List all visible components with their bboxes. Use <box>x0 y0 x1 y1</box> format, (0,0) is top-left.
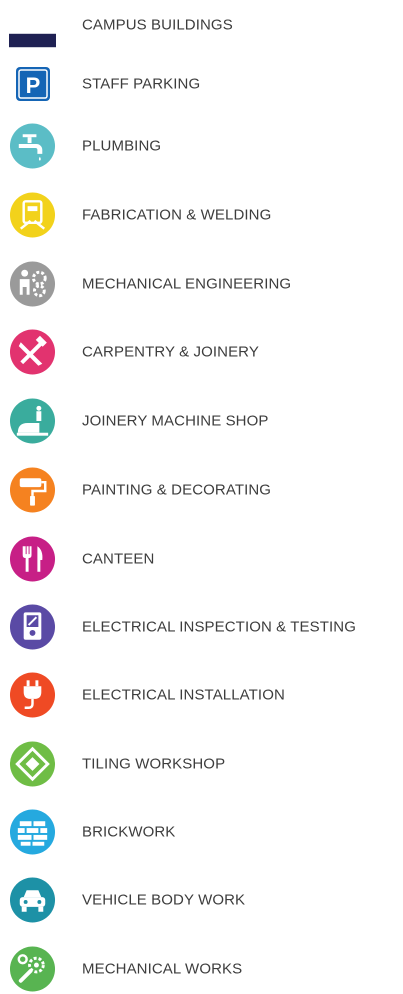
legend-label: CANTEEN <box>82 550 155 568</box>
legend-label: PLUMBING <box>82 137 162 155</box>
tap-icon <box>9 123 56 170</box>
multimeter-icon <box>9 604 56 651</box>
legend-label: BRICKWORK <box>82 823 176 841</box>
legend-label: JOINERY MACHINE SHOP <box>82 412 269 430</box>
building-swatch-icon <box>9 17 65 48</box>
legend-label: MECHANICAL WORKS <box>82 960 243 978</box>
legend-label: TILING WORKSHOP <box>82 755 226 773</box>
fork-knife-icon <box>9 536 56 583</box>
legend-item-electrical-installation: ELECTRICAL INSTALLATION <box>0 670 403 720</box>
parking-icon: P <box>15 66 51 102</box>
brick-wall-icon <box>9 809 56 856</box>
wrench-gear-icon <box>9 946 56 993</box>
legend-label: ELECTRICAL INSPECTION & TESTING <box>82 618 356 636</box>
tiles-icon <box>9 741 56 788</box>
legend-item-campus-buildings: CAMPUS BUILDINGS <box>0 0 403 50</box>
car-icon <box>9 877 56 924</box>
plug-icon <box>9 672 56 719</box>
legend-item-electrical-inspection-testing: ELECTRICAL INSPECTION & TESTING <box>0 602 403 652</box>
machine-saw-icon <box>9 398 56 445</box>
svg-text:P: P <box>26 73 41 98</box>
legend-item-mechanical-engineering: MECHANICAL ENGINEERING <box>0 259 403 309</box>
legend-label: CARPENTRY & JOINERY <box>82 343 259 361</box>
legend-label: STAFF PARKING <box>82 75 201 93</box>
legend-item-staff-parking: P STAFF PARKING <box>0 59 403 109</box>
legend-item-vehicle-body-work: VEHICLE BODY WORK <box>0 875 403 925</box>
legend-item-fabrication-welding: FABRICATION & WELDING <box>0 190 403 240</box>
map-legend: CAMPUS BUILDINGS P STAFF PARKING PLUMBIN… <box>0 0 403 994</box>
legend-item-canteen: CANTEEN <box>0 534 403 584</box>
legend-label: ELECTRICAL INSTALLATION <box>82 686 285 704</box>
paint-roller-icon <box>9 467 56 514</box>
legend-item-carpentry-joinery: CARPENTRY & JOINERY <box>0 327 403 377</box>
legend-item-plumbing: PLUMBING <box>0 121 403 171</box>
legend-item-joinery-machine-shop: JOINERY MACHINE SHOP <box>0 396 403 446</box>
legend-label: CAMPUS BUILDINGS <box>82 16 233 34</box>
legend-label: PAINTING & DECORATING <box>82 481 272 499</box>
legend-item-mechanical-works: MECHANICAL WORKS <box>0 944 403 994</box>
welding-icon <box>9 192 56 239</box>
legend-item-brickwork: BRICKWORK <box>0 807 403 857</box>
legend-label: FABRICATION & WELDING <box>82 206 272 224</box>
legend-item-painting-decorating: PAINTING & DECORATING <box>0 465 403 515</box>
hammer-saw-icon <box>9 329 56 376</box>
legend-label: MECHANICAL ENGINEERING <box>82 275 292 293</box>
legend-item-tiling-workshop: TILING WORKSHOP <box>0 739 403 789</box>
gears-person-icon <box>9 261 56 308</box>
legend-label: VEHICLE BODY WORK <box>82 891 246 909</box>
